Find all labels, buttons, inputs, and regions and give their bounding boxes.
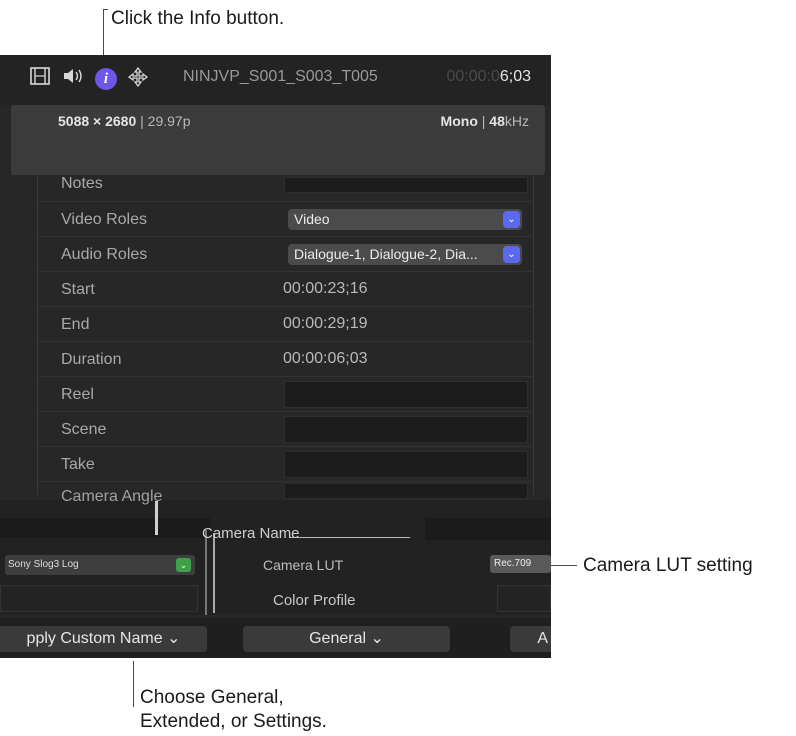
camera-angle-label: Camera Angle [61,488,163,505]
row-take: Take [37,447,534,482]
row-start: Start 00:00:23;16 [37,272,534,307]
video-roles-label: Video Roles [61,211,147,228]
timecode-dim: 00:00:0 [446,68,500,85]
video-roles-value: Video [294,211,330,227]
metadata-view-button[interactable]: General ⌄ [243,626,450,652]
camera-lut-popup-right[interactable]: Rec.709 [490,555,551,573]
general-callout-text-1: Choose General, [140,687,284,708]
glitch-strip-right [425,518,551,540]
scene-label: Scene [61,421,107,438]
audio-roles-value: Dialogue-1, Dialogue-2, Dia... [294,246,478,262]
row-scene: Scene [37,412,534,447]
video-roles-popup[interactable]: Video ⌄ [288,209,522,230]
end-label: End [61,316,90,333]
film-icon[interactable] [30,67,50,91]
speaker-icon[interactable] [62,67,86,91]
chevron-down-icon: ⌄ [176,558,191,572]
end-value[interactable]: 00:00:29;19 [283,315,368,333]
sample-unit: kHz [504,113,529,129]
start-label: Start [61,281,95,298]
camera-angle-field[interactable] [284,483,528,499]
glitch-bar-3 [213,533,215,613]
audio-channels: Mono [440,113,478,129]
duration-label: Duration [61,351,122,368]
frame-rate: 29.97p [147,113,191,129]
clip-summary: 5088 × 2680 | 29.97p Mono | 48kHz [11,105,545,175]
timecode-bright: 6;03 [499,68,531,85]
camera-name-label: Camera Name [202,525,300,542]
camera-lut-popup-left[interactable]: Sony Slog3 Log ⌄ [5,555,195,575]
duration-value[interactable]: 00:00:06;03 [283,350,368,368]
apply-custom-name-button[interactable]: pply Custom Name ⌄ [0,626,207,652]
scene-field[interactable] [284,416,528,443]
third-button[interactable]: A [510,626,551,652]
row-duration: Duration 00:00:06;03 [37,342,534,377]
timecode-display: 00:00:06;03 [446,68,531,86]
transform-icon[interactable] [127,66,149,93]
lut-callout-line [551,565,577,566]
lut-right-value: Rec.709 [494,558,532,569]
notes-field[interactable] [284,177,528,193]
row-audio-roles: Audio Roles Dialogue-1, Dialogue-2, Dia.… [37,237,534,272]
reel-field[interactable] [284,381,528,408]
chevron-down-icon: ⌄ [503,211,520,228]
color-profile-field-right[interactable] [497,585,551,612]
glitch-bar-2 [205,530,207,615]
info-callout-tick [103,9,108,10]
take-label: Take [61,456,95,473]
metadata-table: Notes Video Roles Video ⌄ Audio Roles Dia… [37,175,534,482]
video-format: 5088 × 2680 | 29.97p [58,113,191,129]
lut-left-value: Sony Slog3 Log [8,559,79,570]
row-notes: Notes [37,175,534,202]
inspector-panel: i NINJVP_S001_S003_T005 00:00:06;03 5088… [0,55,551,658]
general-callout-text-2: Extended, or Settings. [140,711,327,732]
resolution: 5088 × 2680 [58,113,137,129]
inspector-header: i NINJVP_S001_S003_T005 00:00:06;03 [0,55,551,105]
info-icon[interactable]: i [95,68,117,90]
reel-label: Reel [61,386,94,403]
audio-roles-popup[interactable]: Dialogue-1, Dialogue-2, Dia... ⌄ [288,244,522,265]
general-callout-line [133,661,134,707]
row-reel: Reel [37,377,534,412]
color-profile-label: Color Profile [273,592,356,609]
notes-label: Notes [61,175,103,192]
info-callout-text: Click the Info button. [111,8,285,29]
audio-format: Mono | 48kHz [440,113,529,129]
row-end: End 00:00:29;19 [37,307,534,342]
glitch-bar-4 [290,537,410,538]
glitch-bar-1 [155,501,158,535]
start-value[interactable]: 00:00:23;16 [283,280,368,298]
color-profile-field-left[interactable] [0,585,198,612]
audio-roles-label: Audio Roles [61,246,148,263]
row-video-roles: Video Roles Video ⌄ [37,202,534,237]
chevron-down-icon: ⌄ [503,246,520,263]
sample-rate: 48 [489,113,505,129]
camera-lut-label: Camera LUT [263,557,344,573]
lut-callout-text: Camera LUT setting [583,555,753,576]
clip-name: NINJVP_S001_S003_T005 [183,68,378,85]
inspector-bottom-bar: pply Custom Name ⌄ General ⌄ A [0,618,551,658]
take-field[interactable] [284,451,528,478]
glitch-strip-left [0,518,210,538]
